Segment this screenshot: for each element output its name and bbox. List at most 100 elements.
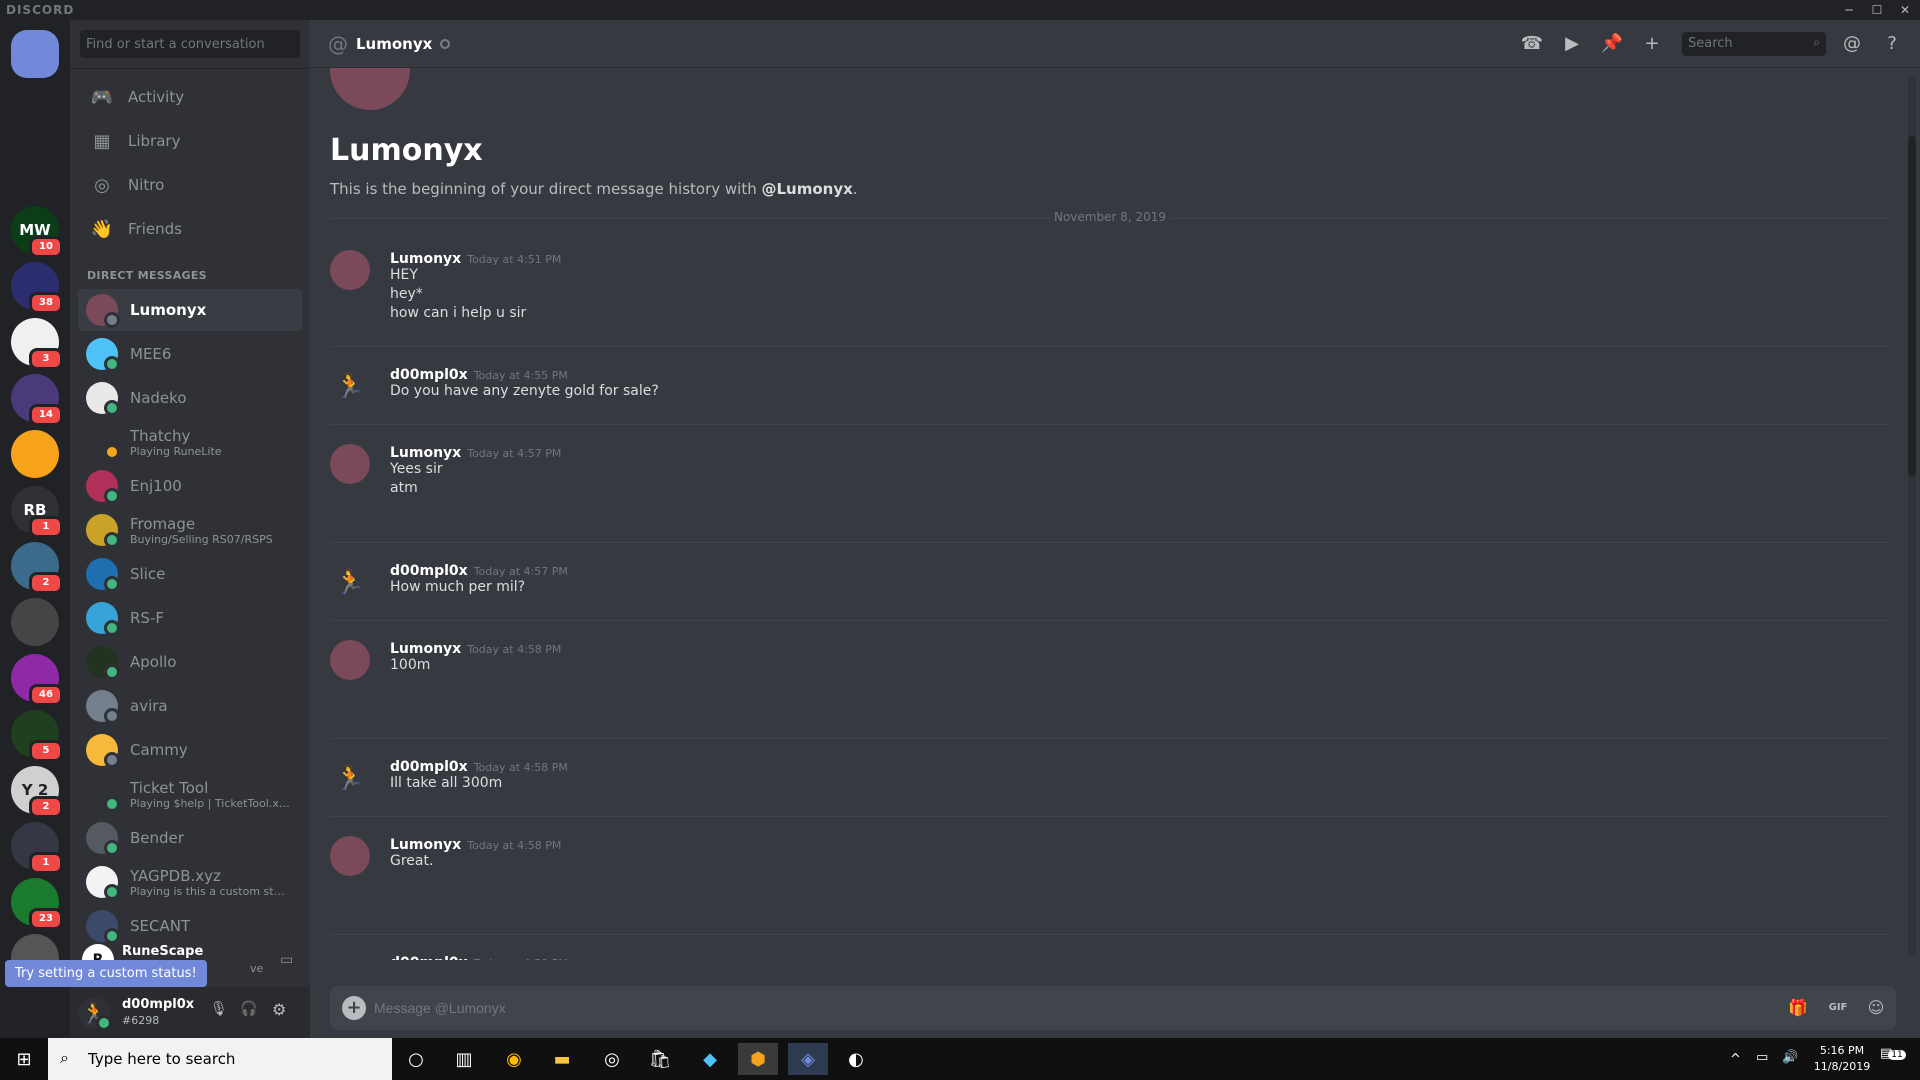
dm-item[interactable]: Fromage Buying/Selling RS07/RSPS xyxy=(78,509,302,551)
server-icon[interactable]: 5 xyxy=(11,710,63,762)
chrome-icon[interactable]: ◉ xyxy=(494,1043,534,1075)
close-window-button[interactable]: ✕ xyxy=(1892,0,1918,20)
voice-call-icon[interactable]: ☎ xyxy=(1520,32,1544,56)
nav-item-library[interactable]: ▦ Library xyxy=(78,121,302,161)
dm-search-input[interactable]: Find or start a conversation xyxy=(80,30,300,58)
message-avatar[interactable] xyxy=(330,640,370,680)
dm-item[interactable]: avira xyxy=(78,685,302,727)
message-avatar[interactable]: 🏃 xyxy=(330,366,370,406)
message-author[interactable]: d00mpl0x xyxy=(390,955,468,960)
video-call-icon[interactable]: ▶ xyxy=(1560,32,1584,56)
message-avatar[interactable]: 🏃 xyxy=(330,954,370,960)
game-name: RuneScape xyxy=(122,944,204,959)
message-avatar[interactable] xyxy=(330,250,370,290)
server-icon[interactable]: MW 10 xyxy=(11,206,63,258)
message-author[interactable]: d00mpl0x xyxy=(390,563,468,579)
app-icon[interactable]: ◐ xyxy=(836,1043,876,1075)
message-avatar[interactable] xyxy=(330,444,370,484)
add-friend-icon[interactable]: + xyxy=(1640,32,1664,56)
help-icon[interactable]: ? xyxy=(1880,32,1904,56)
gift-icon[interactable]: 🎁 xyxy=(1786,996,1810,1020)
dm-item[interactable]: Enj100 xyxy=(78,465,302,507)
dm-item[interactable]: MEE6 xyxy=(78,333,302,375)
scrollbar-thumb[interactable] xyxy=(1908,136,1916,476)
message-body: Yees sir atm xyxy=(390,460,443,498)
gif-icon[interactable]: GIF xyxy=(1826,996,1850,1020)
dm-item[interactable]: Lumonyx xyxy=(78,289,302,331)
dm-name: Thatchy xyxy=(130,426,191,445)
chevron-up-icon[interactable]: ^ xyxy=(1730,1052,1741,1067)
message-avatar[interactable] xyxy=(330,836,370,876)
message-avatar[interactable]: 🏃 xyxy=(330,562,370,602)
server-icon[interactable] xyxy=(11,430,59,478)
dm-sidebar: Find or start a conversation 🎮 Activity ▦ L… xyxy=(70,20,310,1038)
message-author[interactable]: Lumonyx xyxy=(390,837,461,853)
emoji-icon[interactable]: ☺ xyxy=(1864,996,1888,1020)
nav-item-activity[interactable]: 🎮 Activity xyxy=(78,77,302,117)
dm-item[interactable]: SECANT xyxy=(78,905,302,947)
dm-item[interactable]: Ticket Tool Playing $help | TicketTool.xy… xyxy=(78,773,302,815)
dm-item[interactable]: Nadeko xyxy=(78,377,302,419)
dm-item[interactable]: Apollo xyxy=(78,641,302,683)
store-icon[interactable]: 🛍 xyxy=(640,1043,680,1075)
nav-item-nitro[interactable]: ◎ Nitro xyxy=(78,165,302,205)
app-icon[interactable]: ◆ xyxy=(690,1043,730,1075)
server-icon[interactable]: Y 22 xyxy=(11,766,63,818)
recipient-name: Lumonyx xyxy=(330,133,483,168)
runelite-icon[interactable]: ⬢ xyxy=(738,1043,778,1075)
file-explorer-icon[interactable]: ▬ xyxy=(542,1043,582,1075)
mentions-icon[interactable]: @ xyxy=(1840,32,1864,56)
clock[interactable]: 5:16 PM 11/8/2019 xyxy=(1812,1043,1872,1075)
task-view-icon[interactable]: ▥ xyxy=(444,1043,484,1075)
message-author[interactable]: Lumonyx xyxy=(390,641,461,657)
dm-item[interactable]: YAGPDB.xyz Playing is this a custom statu… xyxy=(78,861,302,903)
message-author[interactable]: Lumonyx xyxy=(390,445,461,461)
cortana-icon[interactable]: ○ xyxy=(396,1043,436,1075)
server-icon[interactable]: 3 xyxy=(11,318,63,370)
message-author[interactable]: d00mpl0x xyxy=(390,759,468,775)
discord-taskbar-icon[interactable]: ◈ xyxy=(788,1043,828,1075)
chat-search-input[interactable]: Search ⌕ xyxy=(1682,32,1826,56)
dm-item[interactable]: Bender xyxy=(78,817,302,859)
server-icon[interactable]: RB 1 xyxy=(11,486,63,538)
message-author[interactable]: d00mpl0x xyxy=(390,367,468,383)
dm-item[interactable]: RS-F xyxy=(78,597,302,639)
message-body: How much per mil? xyxy=(390,578,525,597)
maximize-button[interactable]: ☐ xyxy=(1864,0,1890,20)
dm-item[interactable]: Thatchy Playing RuneLite xyxy=(78,421,302,463)
network-icon[interactable]: ▭ xyxy=(1756,1050,1768,1065)
pin-icon[interactable]: 📌 xyxy=(1600,32,1624,56)
notifications-icon[interactable]: ▤11 xyxy=(1880,1046,1906,1061)
taskbar-search[interactable]: ⌕ Type here to search xyxy=(48,1038,392,1080)
message-author[interactable]: Lumonyx xyxy=(390,251,461,267)
headphones-icon[interactable]: 🎧 xyxy=(240,1001,257,1017)
server-icon[interactable]: 1 xyxy=(11,822,63,874)
message-body: 100m xyxy=(390,656,430,675)
server-icon[interactable] xyxy=(11,598,59,646)
server-icon[interactable] xyxy=(11,92,59,140)
notification-count: 11 xyxy=(1888,1050,1906,1060)
server-icon[interactable] xyxy=(11,148,59,196)
server-icon[interactable]: 14 xyxy=(11,374,63,426)
server-icon[interactable]: 38 xyxy=(11,262,63,314)
message-avatar[interactable]: 🏃 xyxy=(330,758,370,798)
dm-item[interactable]: Cammy xyxy=(78,729,302,771)
server-icon[interactable] xyxy=(11,30,59,78)
stream-icon[interactable]: ▭ xyxy=(280,952,293,968)
windows-start-icon[interactable]: ⊞ xyxy=(4,1043,44,1075)
chat-scrollbar[interactable] xyxy=(1908,76,1916,956)
gear-icon[interactable]: ⚙ xyxy=(272,1000,286,1019)
message-timestamp: Today at 4:59 PM xyxy=(474,957,568,960)
user-avatar[interactable]: 🏃 xyxy=(78,997,112,1031)
app-icon[interactable]: ◎ xyxy=(592,1043,632,1075)
volume-icon[interactable]: 🔊 xyxy=(1782,1050,1798,1065)
minimize-button[interactable]: ─ xyxy=(1836,0,1862,20)
message-input[interactable] xyxy=(374,986,1674,1030)
server-icon[interactable]: 2 xyxy=(11,542,63,594)
nav-item-friends[interactable]: 👋 Friends xyxy=(78,209,302,249)
server-icon[interactable]: 46 xyxy=(11,654,63,706)
server-icon[interactable]: 23 xyxy=(11,878,63,930)
dm-item[interactable]: Slice xyxy=(78,553,302,595)
microphone-icon[interactable]: 🎙 xyxy=(210,1001,228,1017)
upload-plus-icon[interactable]: + xyxy=(342,996,366,1020)
